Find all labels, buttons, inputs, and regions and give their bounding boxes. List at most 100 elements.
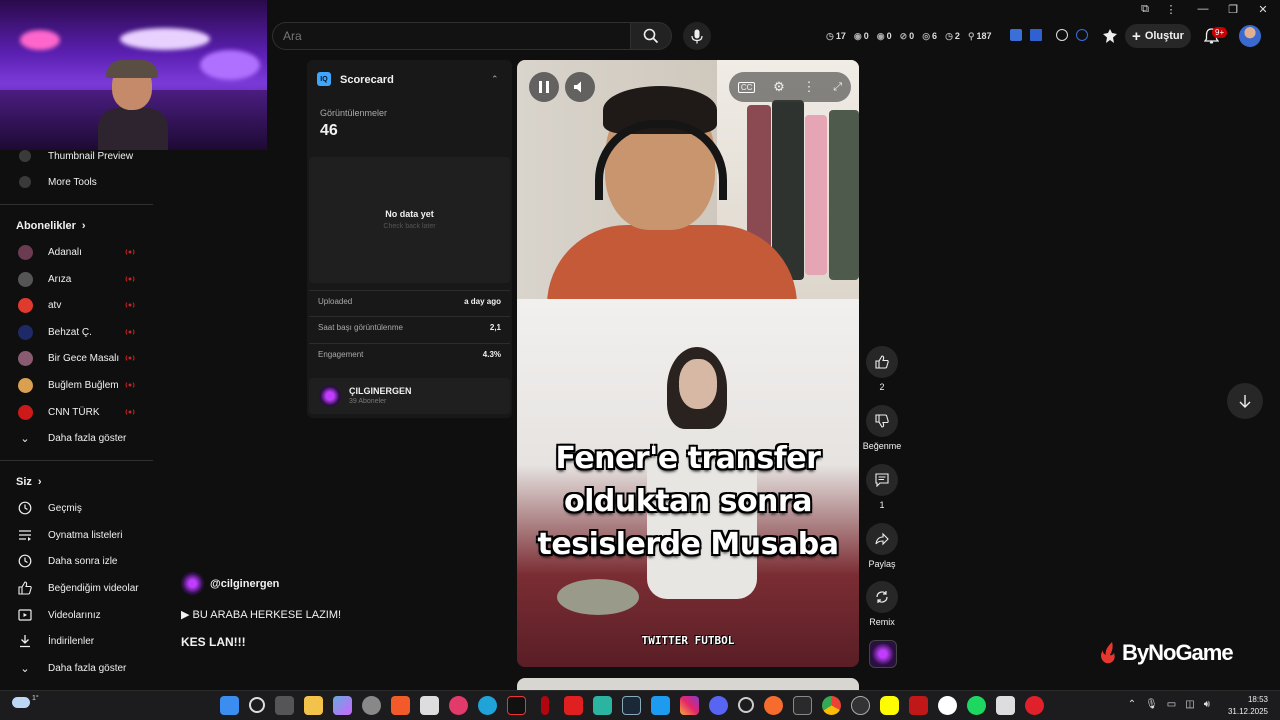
copilot-icon[interactable]: [333, 696, 352, 715]
spotify-icon[interactable]: [967, 696, 986, 715]
tiktok-icon[interactable]: [507, 696, 526, 715]
mcafee-icon[interactable]: [909, 696, 928, 715]
award-icon[interactable]: [1056, 29, 1068, 41]
sidebar-item-subscription[interactable]: Bir Gece Masalı: [0, 345, 153, 371]
sidebar-item-subscription[interactable]: Arıza: [0, 266, 153, 292]
settings-icon[interactable]: [362, 696, 381, 715]
media-icon[interactable]: [449, 696, 468, 715]
discord-icon[interactable]: [709, 696, 728, 715]
like-button[interactable]: [866, 346, 898, 378]
next-short-button[interactable]: [1227, 383, 1263, 419]
taskview-icon[interactable]: [275, 696, 294, 715]
display-icon[interactable]: ▭: [1167, 699, 1176, 710]
steam-icon[interactable]: [622, 696, 641, 715]
calendar-icon[interactable]: [996, 696, 1015, 715]
captions-icon[interactable]: CC: [737, 81, 756, 93]
sidebar-item-playlists[interactable]: Oynatma listeleri: [0, 522, 153, 548]
live-icon: [125, 249, 135, 255]
restore-button[interactable]: ❐: [1218, 0, 1248, 18]
live-icon: [125, 409, 135, 415]
search-box[interactable]: [272, 22, 630, 50]
instagram-icon[interactable]: [680, 696, 699, 715]
sound-avatar[interactable]: [869, 640, 897, 668]
sidebar-item-your-videos[interactable]: Videolarınız: [0, 602, 153, 628]
network-icon[interactable]: ◫: [1185, 699, 1194, 710]
kebab-menu-icon[interactable]: ⋮: [1156, 0, 1186, 18]
settings-icon[interactable]: ⚙: [773, 79, 785, 95]
mute-button[interactable]: [565, 72, 595, 102]
fullscreen-icon[interactable]: ⤢: [833, 81, 842, 94]
yandex-icon[interactable]: [938, 696, 957, 715]
voice-search-button[interactable]: [683, 22, 711, 50]
shorts-create-icon[interactable]: [1102, 28, 1118, 49]
extension-icon[interactable]: [1030, 29, 1042, 41]
origin-icon[interactable]: [764, 696, 783, 715]
share-button[interactable]: [866, 523, 898, 555]
more-options-icon[interactable]: ⋮: [803, 79, 816, 95]
comments-action[interactable]: 1: [866, 464, 898, 510]
remix-action[interactable]: Remix: [866, 581, 898, 627]
folder-icon[interactable]: [304, 696, 323, 715]
taskbar-clock[interactable]: 18:53 31.12.2025: [1228, 694, 1268, 718]
sidebar-item-history[interactable]: Geçmiş: [0, 495, 153, 521]
microphone-icon[interactable]: 🎙︎: [1145, 699, 1158, 710]
subscriptions-header[interactable]: Abonelikler ›: [16, 220, 86, 232]
dislike-button[interactable]: [866, 405, 898, 437]
channel-avatar: [17, 404, 33, 420]
extension-icon[interactable]: [1010, 29, 1022, 41]
channel-avatar: [17, 244, 33, 260]
obs-icon[interactable]: [851, 696, 870, 715]
twitter-icon[interactable]: [651, 696, 670, 715]
account-avatar[interactable]: [1239, 25, 1261, 47]
views-count: 46: [320, 122, 338, 139]
shorts-video-player[interactable]: Fener'e transfer olduktan sonra tesisler…: [517, 60, 859, 667]
you-header[interactable]: Siz ›: [16, 476, 42, 488]
sidebar-item-watch-later[interactable]: Daha sonra izle: [0, 548, 153, 574]
share-action[interactable]: Paylaş: [866, 523, 898, 569]
sidebar-item-subscription[interactable]: Adanalı: [0, 239, 153, 265]
opera-icon[interactable]: [1025, 696, 1044, 715]
chevron-up-icon[interactable]: ⌃: [491, 74, 499, 85]
sidebar-item-subscription[interactable]: Behzat Ç.: [0, 319, 153, 345]
music-link[interactable]: ▶ BU ARABA HERKESE LAZIM!: [181, 608, 341, 621]
brave-icon[interactable]: [391, 696, 410, 715]
sidebar-item-show-more[interactable]: ⌄ Daha fazla göster: [0, 425, 153, 451]
snapchat-icon[interactable]: [880, 696, 899, 715]
search-input[interactable]: [283, 29, 613, 43]
netflix-icon[interactable]: [541, 696, 549, 715]
remix-button[interactable]: [866, 581, 898, 613]
volume-icon[interactable]: 🔊︎: [1204, 699, 1210, 710]
sidebar-item-more-tools[interactable]: More Tools: [0, 169, 153, 195]
chrome-icon[interactable]: [822, 696, 841, 715]
edge-icon[interactable]: [478, 696, 497, 715]
minimize-button[interactable]: —: [1188, 0, 1218, 18]
weather-widget[interactable]: 1°: [12, 695, 39, 708]
sidebar-item-subscription[interactable]: atv: [0, 292, 153, 318]
app-icon[interactable]: [593, 696, 612, 715]
close-button[interactable]: ✕: [1248, 0, 1278, 18]
create-button[interactable]: + Oluştur: [1125, 24, 1191, 48]
comments-button[interactable]: [866, 464, 898, 496]
epic-icon[interactable]: [793, 696, 812, 715]
store-icon[interactable]: [420, 696, 439, 715]
dislike-action[interactable]: Beğenme: [862, 405, 902, 451]
sidebar-item-downloads[interactable]: İndirilenler: [0, 628, 153, 654]
pause-button[interactable]: [529, 72, 559, 102]
chevron-up-icon[interactable]: ⌃: [1128, 699, 1136, 710]
extension-icon[interactable]: [1076, 29, 1088, 41]
channel-avatar[interactable]: [181, 572, 204, 595]
iq-icon: [17, 174, 33, 190]
like-action[interactable]: 2: [866, 346, 898, 392]
windows-icon[interactable]: [220, 696, 239, 715]
search-icon[interactable]: [249, 697, 265, 713]
sidebar-item-subscription[interactable]: Buğlem Buğlem: [0, 372, 153, 398]
search-button[interactable]: [630, 22, 672, 50]
sidebar-item-subscription[interactable]: CNN TÜRK: [0, 399, 153, 425]
next-video-preview[interactable]: [517, 678, 859, 690]
sidebar-item-show-more[interactable]: ⌄ Daha fazla göster: [0, 655, 153, 681]
channel-handle[interactable]: @cilginergen: [210, 578, 279, 590]
scorecard-channel[interactable]: ÇILGINERGEN 39 Aboneler: [309, 378, 510, 414]
speedtest-icon[interactable]: [738, 697, 754, 713]
youtube-icon[interactable]: [564, 696, 583, 715]
sidebar-item-liked-videos[interactable]: Beğendiğim videolar: [0, 575, 153, 601]
